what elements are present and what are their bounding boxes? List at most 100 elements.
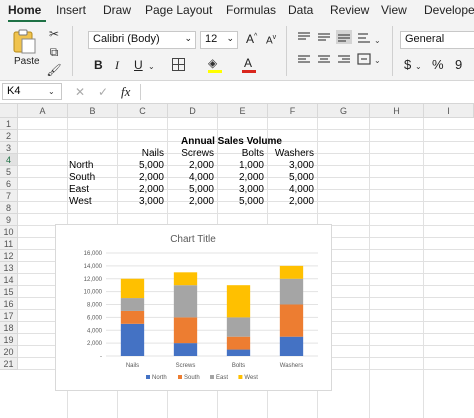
wrap-text-icon[interactable]: [358, 33, 370, 43]
shrink-font-button[interactable]: Av: [266, 34, 276, 46]
tab-data[interactable]: Data: [288, 3, 313, 17]
row-header[interactable]: 14: [0, 274, 18, 286]
bar-segment-west-bolts[interactable]: [226, 285, 251, 318]
column-header[interactable]: C: [118, 104, 168, 118]
value-cell[interactable]: 4,000: [268, 184, 314, 196]
column-header[interactable]: I: [424, 104, 474, 118]
borders-icon[interactable]: [172, 58, 185, 71]
region-cell[interactable]: West: [69, 196, 92, 208]
column-header[interactable]: G: [318, 104, 370, 118]
value-cell[interactable]: 5,000: [118, 160, 164, 172]
bar-segment-east-nails[interactable]: [120, 298, 145, 311]
row-header[interactable]: 12: [0, 250, 18, 262]
tab-formulas[interactable]: Formulas: [226, 3, 276, 17]
tab-page-layout[interactable]: Page Layout: [145, 3, 212, 17]
tab-developer[interactable]: Developer: [424, 3, 474, 17]
row-header[interactable]: 3: [0, 142, 18, 154]
copy-icon[interactable]: ⧉: [46, 44, 62, 60]
bar-segment-east-bolts[interactable]: [226, 317, 251, 337]
value-cell[interactable]: 2,000: [268, 196, 314, 208]
value-cell[interactable]: 4,000: [168, 172, 214, 184]
row-header[interactable]: 4: [0, 154, 18, 166]
paste-button[interactable]: [10, 28, 38, 54]
row-header[interactable]: 16: [0, 298, 18, 310]
cut-icon[interactable]: ✂: [46, 26, 62, 42]
italic-button[interactable]: I: [115, 58, 119, 73]
row-header[interactable]: 2: [0, 130, 18, 142]
font-size-combo[interactable]: 12 ⌄: [200, 31, 238, 49]
align-middle-icon[interactable]: [318, 33, 330, 41]
tab-review[interactable]: Review: [330, 3, 369, 17]
bar-segment-north-bolts[interactable]: [226, 349, 251, 356]
bar-segment-west-screws[interactable]: [173, 272, 198, 286]
row-header[interactable]: 10: [0, 226, 18, 238]
align-center-icon[interactable]: [318, 55, 330, 63]
percent-button[interactable]: %: [432, 57, 444, 72]
bar-segment-east-screws[interactable]: [173, 285, 198, 318]
row-header[interactable]: 15: [0, 286, 18, 298]
value-cell[interactable]: 2,000: [168, 196, 214, 208]
number-format-combo[interactable]: General: [400, 31, 474, 49]
region-cell[interactable]: South: [69, 172, 95, 184]
font-name-combo[interactable]: Calibri (Body) ⌄: [88, 31, 196, 49]
bar-segment-south-screws[interactable]: [173, 317, 198, 344]
row-header[interactable]: 6: [0, 178, 18, 190]
value-cell[interactable]: 2,000: [168, 160, 214, 172]
stacked-column-chart[interactable]: Chart Title - 2,000 4,000 6,000 8,000 10,000 1…: [55, 224, 332, 391]
value-cell[interactable]: 5,000: [168, 184, 214, 196]
tab-view[interactable]: View: [381, 3, 407, 17]
value-cell[interactable]: 2,000: [218, 172, 264, 184]
bar-segment-south-washers[interactable]: [279, 304, 304, 337]
value-cell[interactable]: 1,000: [218, 160, 264, 172]
underline-button[interactable]: U: [134, 58, 143, 72]
fill-color-button[interactable]: ◈: [208, 56, 222, 73]
row-header[interactable]: 7: [0, 190, 18, 202]
value-cell[interactable]: 3,000: [268, 160, 314, 172]
value-cell[interactable]: 5,000: [218, 196, 264, 208]
align-right-icon[interactable]: [338, 55, 350, 63]
row-header[interactable]: 8: [0, 202, 18, 214]
enter-icon[interactable]: ✓: [98, 84, 108, 100]
column-header[interactable]: H: [370, 104, 424, 118]
value-cell[interactable]: 3,000: [218, 184, 264, 196]
align-top-icon[interactable]: [298, 32, 310, 40]
grow-font-button[interactable]: A^: [246, 32, 257, 46]
value-cell[interactable]: 5,000: [268, 172, 314, 184]
tab-home[interactable]: Home: [8, 3, 41, 17]
row-header[interactable]: 21: [0, 358, 18, 370]
row-header[interactable]: 17: [0, 310, 18, 322]
cancel-icon[interactable]: ✕: [75, 84, 85, 100]
bar-segment-south-bolts[interactable]: [226, 336, 251, 350]
insert-function-button[interactable]: fx: [121, 84, 130, 100]
bar-segment-north-nails[interactable]: [120, 323, 145, 356]
bar-segment-east-washers[interactable]: [279, 278, 304, 305]
column-header[interactable]: F: [268, 104, 318, 118]
column-header[interactable]: E: [218, 104, 268, 118]
bold-button[interactable]: B: [94, 58, 103, 72]
bar-segment-south-nails[interactable]: [120, 310, 145, 324]
value-cell[interactable]: 3,000: [118, 196, 164, 208]
bar-segment-west-washers[interactable]: [279, 265, 304, 279]
header-cell[interactable]: Bolts: [218, 148, 264, 160]
row-header[interactable]: 1: [0, 118, 18, 130]
header-cell[interactable]: Nails: [118, 148, 164, 160]
header-cell[interactable]: Washers: [268, 148, 314, 160]
header-cell[interactable]: Screws: [168, 148, 214, 160]
row-header[interactable]: 13: [0, 262, 18, 274]
column-header[interactable]: D: [168, 104, 218, 118]
tab-draw[interactable]: Draw: [103, 3, 131, 17]
currency-button[interactable]: $: [404, 57, 411, 72]
column-header[interactable]: A: [18, 104, 68, 118]
region-cell[interactable]: North: [69, 160, 93, 172]
row-header[interactable]: 20: [0, 346, 18, 358]
format-painter-icon[interactable]: 🖌: [46, 62, 62, 78]
row-header[interactable]: 9: [0, 214, 18, 226]
select-all-corner[interactable]: [0, 104, 18, 118]
column-header[interactable]: B: [68, 104, 118, 118]
row-header[interactable]: 18: [0, 322, 18, 334]
value-cell[interactable]: 2,000: [118, 172, 164, 184]
row-header[interactable]: 5: [0, 166, 18, 178]
value-cell[interactable]: 2,000: [118, 184, 164, 196]
region-cell[interactable]: East: [69, 184, 89, 196]
tab-insert[interactable]: Insert: [56, 3, 86, 17]
